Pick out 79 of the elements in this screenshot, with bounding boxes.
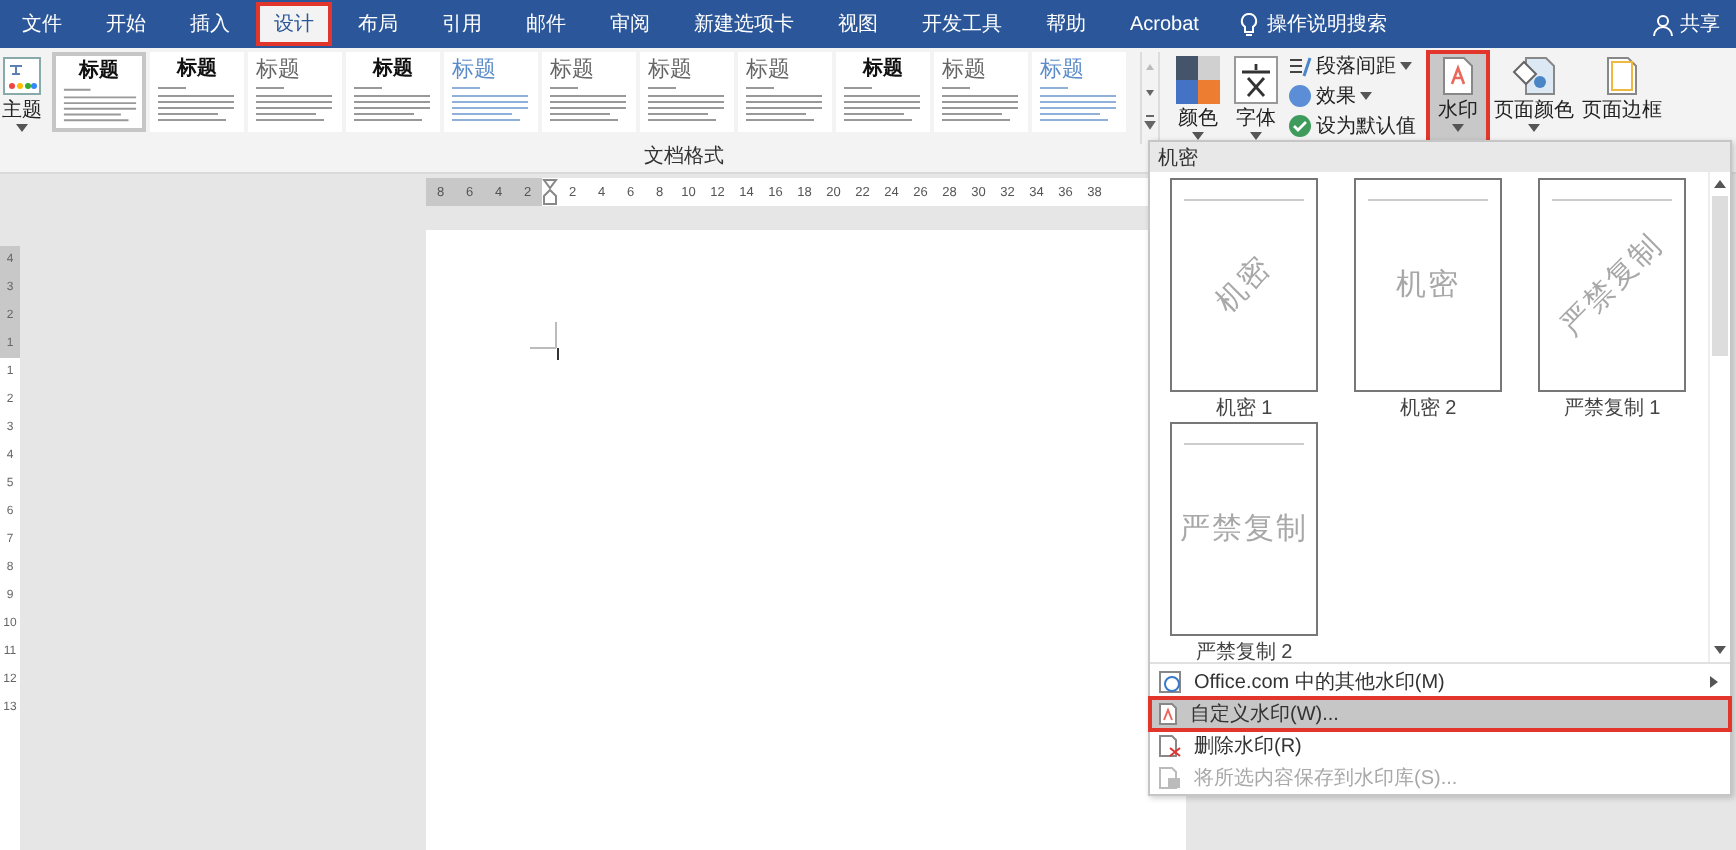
tell-me-search[interactable]: 操作说明搜索 [1240,10,1387,38]
scrollbar[interactable] [1708,172,1730,663]
effects-circle-icon [1288,84,1312,108]
caret-icon [1452,124,1464,132]
style-set-thumbnail[interactable]: 标题 [1032,52,1126,132]
fonts-button[interactable]: 字体 [1230,52,1282,144]
watermark-page-icon [1158,702,1178,726]
ribbon-small-button[interactable]: 设为默认值 [1288,112,1416,140]
style-set-thumbnail[interactable]: 标题 [52,52,146,132]
text-lines-drawing [158,84,234,124]
menu-item[interactable]: 删除水印(R) [1150,731,1730,762]
text-lines-drawing [452,84,528,124]
header-line [1368,198,1488,203]
group-label: 文档格式 [644,144,724,172]
paint-bucket-page-icon [1510,56,1558,96]
watermark-page-icon [1442,56,1474,96]
caret-icon [16,124,28,132]
style-set-thumbnail[interactable]: 标题 [934,52,1028,132]
style-set-thumbnail[interactable]: 标题 [738,52,832,132]
lightbulb-icon [1240,11,1259,37]
text-lines-drawing [648,84,724,124]
menu-item[interactable]: Office.com 中的其他水印(M) [1150,666,1730,697]
text-lines-drawing [62,86,138,124]
ribbon-small-button[interactable]: 效果 [1288,82,1416,110]
text-lines-drawing [942,84,1018,124]
ribbon-tab[interactable]: 设计 [256,2,332,46]
caret-icon [1528,124,1540,132]
page-background-button[interactable]: 页面边框 [1580,52,1664,144]
caret-icon [1400,62,1412,70]
theme-button[interactable]: 主题 [0,52,44,144]
colors-button[interactable]: 颜色 [1172,52,1224,144]
menu-item[interactable]: 自定义水印(W)... [1150,698,1730,730]
paragraph-spacing-icon [1288,55,1312,77]
ribbon-tab[interactable]: 布局 [340,2,416,46]
text-lines-drawing [844,84,920,124]
header-line [1184,442,1304,447]
text-lines-drawing [550,84,626,124]
scroll-down-icon [1714,646,1726,655]
ribbon-tab[interactable]: 插入 [172,2,248,46]
page-save-icon [1158,766,1182,791]
person-icon [1652,13,1674,35]
scroll-thumb[interactable] [1712,196,1728,357]
text-lines-drawing [354,84,430,124]
color-palette-icon [1176,56,1220,104]
style-set-thumbnail[interactable]: 标题 [248,52,342,132]
ribbon-tab[interactable]: 开始 [88,2,164,46]
style-set-thumbnail[interactable]: 标题 [542,52,636,132]
style-set-thumbnail[interactable]: 标题 [640,52,734,132]
page-border-icon [1606,56,1638,96]
ribbon-tab[interactable]: 审阅 [592,2,668,46]
scroll-up-icon [1714,180,1726,189]
page-background-button[interactable]: 水印 [1428,52,1488,144]
section-heading: 机密 [1150,142,1730,173]
style-set-thumbnail[interactable]: 标题 [346,52,440,132]
ribbon-tab[interactable]: 视图 [820,2,896,46]
ribbon-tab[interactable]: 新建选项卡 [676,2,812,46]
text-lines-drawing [256,84,332,124]
text-lines-drawing [746,84,822,124]
ribbon-small-button[interactable]: 段落间距 [1288,52,1416,80]
caret-icon [1360,92,1372,100]
submenu-arrow-icon [1710,675,1718,688]
font-character-icon [1234,56,1278,104]
style-set-thumbnail[interactable]: 标题 [836,52,930,132]
header-line [1552,198,1672,203]
header-line [1184,198,1304,203]
page-delete-icon [1158,734,1182,759]
ribbon-tab[interactable]: 邮件 [508,2,584,46]
ribbon-tab[interactable]: Acrobat [1112,2,1217,46]
ribbon-tab[interactable]: 开发工具 [904,2,1020,46]
style-set-thumbnail[interactable]: 标题 [444,52,538,132]
globe-page-icon [1158,669,1182,694]
margin-corner-mark [530,322,562,362]
style-set-thumbnail[interactable]: 标题 [150,52,244,132]
ribbon-tab[interactable]: 文件 [4,2,80,46]
page-background-button[interactable]: 页面颜色 [1492,52,1576,144]
ribbon-tab[interactable]: 引用 [424,2,500,46]
share-button[interactable]: 共享 [1652,10,1720,38]
text-lines-drawing [1040,84,1116,124]
ribbon-tab[interactable]: 帮助 [1028,2,1104,46]
